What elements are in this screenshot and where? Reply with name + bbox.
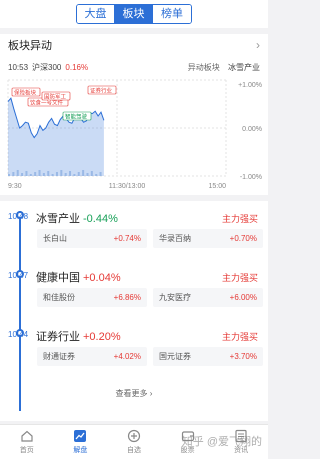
x-tick-label: 11:30/13:00 bbox=[109, 183, 146, 190]
stock-chip[interactable]: 九安医疗 +6.00% bbox=[153, 288, 263, 307]
section-title: 板块异动 bbox=[8, 40, 52, 52]
stock-chip[interactable]: 华录百纳 +0.70% bbox=[153, 229, 263, 248]
volume-bar bbox=[55, 172, 58, 176]
nav-label: 自选 bbox=[126, 447, 141, 454]
volume-bar bbox=[95, 174, 98, 176]
tab-sector[interactable]: 板块 bbox=[115, 5, 153, 23]
top-tabs: 大盘 板块 榜单 bbox=[0, 0, 268, 28]
y-tick-label: 0.00% bbox=[242, 126, 262, 133]
annotation-label: 保险板块 bbox=[14, 88, 37, 96]
tag-value: 冰雪产业 bbox=[228, 62, 260, 72]
volume-bar bbox=[38, 170, 41, 176]
tab-market[interactable]: 大盘 bbox=[77, 5, 115, 23]
stock-chip[interactable]: 长白山 +0.74% bbox=[37, 229, 147, 248]
stock-name: 九安医疗 bbox=[159, 293, 191, 302]
stock-name: 国元证券 bbox=[159, 352, 191, 361]
volume-bar bbox=[25, 171, 28, 176]
stock-change: +3.70% bbox=[229, 352, 257, 361]
y-tick-label: -1.00% bbox=[240, 174, 262, 181]
stock-chip[interactable]: 国元证券 +3.70% bbox=[153, 347, 263, 366]
event-time: 10:48 bbox=[8, 212, 29, 221]
event-time: 10:44 bbox=[8, 330, 29, 339]
stock-name: 和佳股份 bbox=[43, 293, 75, 302]
annotation-label: 国防军工 bbox=[44, 92, 67, 100]
volume-bar bbox=[73, 174, 76, 176]
event-time: 10:47 bbox=[8, 271, 29, 280]
volume-bar bbox=[77, 172, 80, 176]
intraday-chart: +1.00% 0.00% -1.00% 9:30 11:30/13:00 15:00 保险板… bbox=[7, 79, 262, 190]
volume-bar bbox=[51, 174, 54, 176]
sector-name: 健康中国 +0.04% bbox=[36, 269, 121, 285]
volume-bar bbox=[82, 170, 85, 176]
volume-bar bbox=[12, 172, 15, 176]
status-badge: 主力强买 bbox=[221, 214, 258, 224]
sector-name: 冰雪产业 -0.44% bbox=[36, 210, 118, 226]
stock-name: 长白山 bbox=[43, 234, 67, 243]
volume-bar bbox=[69, 171, 72, 176]
sector-change: -0.44% bbox=[83, 213, 118, 225]
chart-card[interactable]: 10:53 沪深300 0.16% 异动板块 冰雪产业 +1.00% 0.00% -… bbox=[0, 56, 268, 195]
bottom-nav: 首页 解盘 自选 股票 资讯 知乎 @爱飞翔的 bbox=[0, 424, 268, 459]
volume-bar bbox=[34, 172, 37, 176]
sector-name: 证券行业 +0.20% bbox=[36, 328, 121, 344]
annotation-label: 证券行业 bbox=[90, 86, 113, 94]
nav-label: 首页 bbox=[19, 447, 34, 454]
chart-tag: 异动板块 冰雪产业 bbox=[188, 62, 260, 73]
volume-bar bbox=[47, 171, 50, 176]
sector-change: +0.04% bbox=[83, 272, 121, 284]
tab-ranking[interactable]: 榜单 bbox=[153, 5, 191, 23]
chart-icon bbox=[74, 430, 87, 442]
watermark: 知乎 @爱飞翔的 bbox=[181, 436, 262, 448]
view-more-link[interactable]: 查看更多 › bbox=[0, 388, 268, 399]
stock-change: +0.70% bbox=[229, 234, 257, 243]
index-name: 沪深300 bbox=[32, 62, 62, 72]
view-more-label: 查看更多 bbox=[115, 389, 148, 398]
stock-name: 财通证券 bbox=[43, 352, 75, 361]
index-change: 0.16% bbox=[65, 62, 89, 72]
annotation-label: 智能驾驶 bbox=[65, 112, 88, 120]
stock-chip[interactable]: 和佳股份 +6.86% bbox=[37, 288, 147, 307]
timeline-line bbox=[19, 211, 21, 411]
chart-meta: 10:53 沪深300 0.16% 异动板块 冰雪产业 bbox=[8, 61, 260, 73]
x-tick-label: 15:00 bbox=[208, 183, 226, 190]
volume-bar bbox=[42, 173, 45, 176]
volume-bar bbox=[99, 172, 102, 176]
volume-bar bbox=[60, 170, 63, 176]
volume-bar bbox=[16, 170, 19, 176]
x-tick-label: 9:30 bbox=[8, 183, 22, 190]
nav-item-home[interactable]: 首页 bbox=[0, 425, 54, 459]
volume-bar bbox=[90, 171, 93, 176]
nav-label: 解盘 bbox=[73, 447, 88, 454]
volume-bar bbox=[86, 173, 89, 176]
volume-bar bbox=[21, 173, 24, 176]
stock-change: +6.00% bbox=[229, 293, 257, 302]
home-icon bbox=[21, 430, 33, 442]
status-badge: 主力强买 bbox=[221, 332, 258, 342]
nav-item-analysis[interactable]: 解盘 bbox=[54, 425, 108, 459]
segmented-control: 大盘 板块 榜单 bbox=[76, 4, 192, 24]
sector-name-text: 健康中国 bbox=[36, 272, 80, 284]
nav-item-watchlist[interactable]: 自选 bbox=[107, 425, 161, 459]
stock-chip[interactable]: 财通证券 +4.02% bbox=[37, 347, 147, 366]
stock-name: 华录百纳 bbox=[159, 234, 191, 243]
tag-label: 异动板块 bbox=[187, 62, 220, 72]
section-header[interactable]: 板块异动 › bbox=[0, 28, 268, 56]
sector-change: +0.20% bbox=[83, 331, 121, 343]
y-tick-label: +1.00% bbox=[238, 82, 262, 89]
plus-circle-icon bbox=[127, 429, 141, 443]
chart-time: 10:53 bbox=[8, 62, 29, 72]
sector-name-text: 证券行业 bbox=[36, 331, 80, 343]
series-area bbox=[8, 98, 104, 176]
volume-bar bbox=[8, 174, 10, 176]
stock-change: +6.86% bbox=[113, 293, 141, 302]
status-badge: 主力强买 bbox=[221, 273, 258, 283]
chevron-right-icon: › bbox=[149, 389, 153, 398]
volume-bar bbox=[29, 174, 32, 176]
sector-name-text: 冰雪产业 bbox=[36, 213, 80, 225]
chevron-right-icon: › bbox=[256, 38, 260, 52]
stock-change: +4.02% bbox=[113, 352, 141, 361]
volume-bar bbox=[64, 173, 67, 176]
stock-change: +0.74% bbox=[113, 234, 141, 243]
